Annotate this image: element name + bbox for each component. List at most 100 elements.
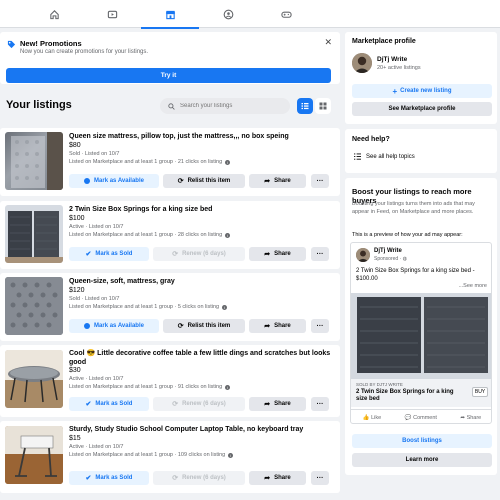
renew-button[interactable]: ⟳ Renew (6 days) (153, 247, 245, 261)
more-options-button[interactable]: ··· (311, 471, 329, 485)
share-button[interactable]: ➦ Share (249, 247, 306, 261)
list-view-button[interactable] (297, 98, 313, 114)
sold-by-label: SOLD BY DJTJ WRITE (356, 382, 403, 387)
nav-tab-watch[interactable] (83, 0, 141, 28)
tag-icon (7, 40, 16, 49)
check-circle-icon (84, 323, 91, 329)
listing-thumbnail[interactable] (5, 426, 63, 484)
box-springs-photo (5, 211, 63, 263)
nav-tab-gaming[interactable] (257, 0, 315, 28)
share-icon: ➦ (264, 251, 271, 258)
gray-mattress-photo (5, 277, 63, 335)
info-icon[interactable]: i (225, 384, 231, 390)
renew-button[interactable]: ⟳ Renew (6 days) (153, 397, 245, 411)
list-icon (354, 153, 361, 160)
mark-as-sold-button[interactable]: ✔ Mark as Sold (69, 397, 149, 411)
listing-thumbnail[interactable] (5, 205, 63, 263)
profile-name[interactable]: DjTj Write (377, 56, 407, 63)
top-navigation (0, 0, 500, 29)
like-action[interactable]: 👍 Like (363, 415, 381, 421)
see-more-link[interactable]: ...See more (459, 283, 487, 289)
relist-button[interactable]: ⟳ Relist this item (163, 319, 245, 333)
buy-button[interactable]: BUY (472, 387, 488, 397)
ad-sponsored: Sponsored · ◍ (374, 256, 408, 262)
profile-heading: Marketplace profile (352, 38, 416, 45)
relist-button[interactable]: ⟳ Relist this item (163, 174, 245, 188)
listings-column: New! Promotions Now you can create promo… (0, 28, 340, 500)
ad-actions: 👍 Like 💬 Comment ➦ Share (351, 409, 491, 423)
listing-thumbnail[interactable] (5, 277, 63, 335)
info-icon[interactable]: i (225, 232, 231, 238)
video-icon (107, 10, 117, 18)
listing-title[interactable]: Cool 😎 Little decorative coffee table a … (69, 349, 331, 367)
renew-button[interactable]: ⟳ Renew (6 days) (153, 471, 245, 485)
listing-card[interactable]: Sturdy, Study Studio School Computer Lap… (0, 421, 340, 493)
listing-card[interactable]: Queen-size, soft, mattress, gray $120 So… (0, 273, 340, 341)
mark-as-available-button[interactable]: Mark as Available (69, 319, 159, 333)
check-icon: ✔ (85, 251, 92, 258)
create-listing-button[interactable]: + Create new listing (352, 84, 492, 98)
share-button[interactable]: ➦ Share (249, 397, 306, 411)
refresh-icon: ⟳ (172, 401, 179, 408)
search-box[interactable] (160, 98, 290, 114)
ad-avatar (356, 248, 370, 262)
listing-info-text: Listed on Marketplace and at least 1 gro… (69, 452, 226, 458)
check-circle-icon (84, 178, 91, 184)
list-view-icon (301, 103, 309, 110)
mark-as-sold-button[interactable]: ✔ Mark as Sold (69, 247, 149, 261)
more-options-button[interactable]: ··· (311, 174, 329, 188)
more-options-button[interactable]: ··· (311, 397, 329, 411)
grid-view-button[interactable] (315, 98, 331, 114)
learn-more-button[interactable]: Learn more (352, 453, 492, 467)
refresh-icon: ⟳ (172, 475, 179, 482)
try-it-button[interactable]: Try it (6, 68, 331, 83)
ad-preview: DjTj Write Sponsored · ◍ 2 Twin Size Box… (350, 242, 492, 424)
info-icon[interactable]: i (225, 159, 231, 165)
boost-panel: Boost your listings to reach more buyers… (345, 178, 497, 475)
listing-title[interactable]: Queen-size, soft, mattress, gray (69, 277, 331, 286)
close-icon[interactable]: ✕ (324, 37, 332, 48)
listing-title[interactable]: Sturdy, Study Studio School Computer Lap… (69, 425, 331, 434)
share-button[interactable]: ➦ Share (249, 174, 306, 188)
listing-card[interactable]: Queen size mattress, pillow top, just th… (0, 128, 340, 196)
nav-tab-marketplace[interactable] (141, 0, 199, 29)
listing-card[interactable]: Cool 😎 Little decorative coffee table a … (0, 345, 340, 417)
comment-action[interactable]: 💬 Comment (405, 415, 437, 421)
info-icon[interactable]: i (222, 304, 228, 310)
nav-tab-groups[interactable] (199, 0, 257, 28)
more-options-button[interactable]: ··· (311, 247, 329, 261)
marketplace-profile-panel: Marketplace profile DjTj Write 20+ activ… (345, 32, 497, 124)
listing-status: Active · Listed on 10/7 (69, 444, 124, 450)
listing-thumbnail[interactable] (5, 132, 63, 190)
info-icon[interactable]: i (228, 452, 234, 458)
check-icon: ✔ (85, 475, 92, 482)
refresh-icon: ⟳ (172, 251, 179, 258)
see-profile-button[interactable]: See Marketplace profile (352, 102, 492, 116)
share-button[interactable]: ➦ Share (249, 471, 306, 485)
more-options-button[interactable]: ··· (311, 319, 329, 333)
listing-info-text: Listed on Marketplace and at least 1 gro… (69, 384, 223, 390)
nav-tab-home[interactable] (25, 0, 83, 28)
search-input[interactable] (180, 103, 280, 109)
listing-info: Listed on Marketplace and at least 1 gro… (69, 384, 231, 390)
listing-price: $100 (69, 215, 85, 222)
listing-info: Listed on Marketplace and at least 1 gro… (69, 159, 231, 165)
gaming-icon (280, 11, 292, 18)
listing-card[interactable]: 2 Twin Size Box Springs for a king size … (0, 201, 340, 269)
coffee-table-photo (5, 350, 63, 408)
listing-title[interactable]: Queen size mattress, pillow top, just th… (69, 132, 331, 141)
mark-as-sold-button[interactable]: ✔ Mark as Sold (69, 471, 149, 485)
like-icon: 👍 (362, 414, 370, 421)
promo-title: New! Promotions (20, 39, 82, 48)
share-button[interactable]: ➦ Share (249, 319, 306, 333)
avatar[interactable] (352, 53, 372, 73)
listing-title[interactable]: 2 Twin Size Box Springs for a king size … (69, 205, 331, 214)
share-action[interactable]: ➦ Share (460, 415, 481, 421)
listing-price: $15 (69, 435, 81, 442)
listing-thumbnail[interactable] (5, 350, 63, 408)
mark-as-available-button[interactable]: Mark as Available (69, 174, 159, 188)
ad-caption: 2 Twin Size Box Springs for a king size … (356, 389, 454, 402)
boost-listings-button[interactable]: Boost listings (352, 434, 492, 448)
help-topics-link[interactable]: See all help topics (354, 153, 415, 160)
promo-subtitle: Now you can create promotions for your l… (20, 49, 149, 55)
